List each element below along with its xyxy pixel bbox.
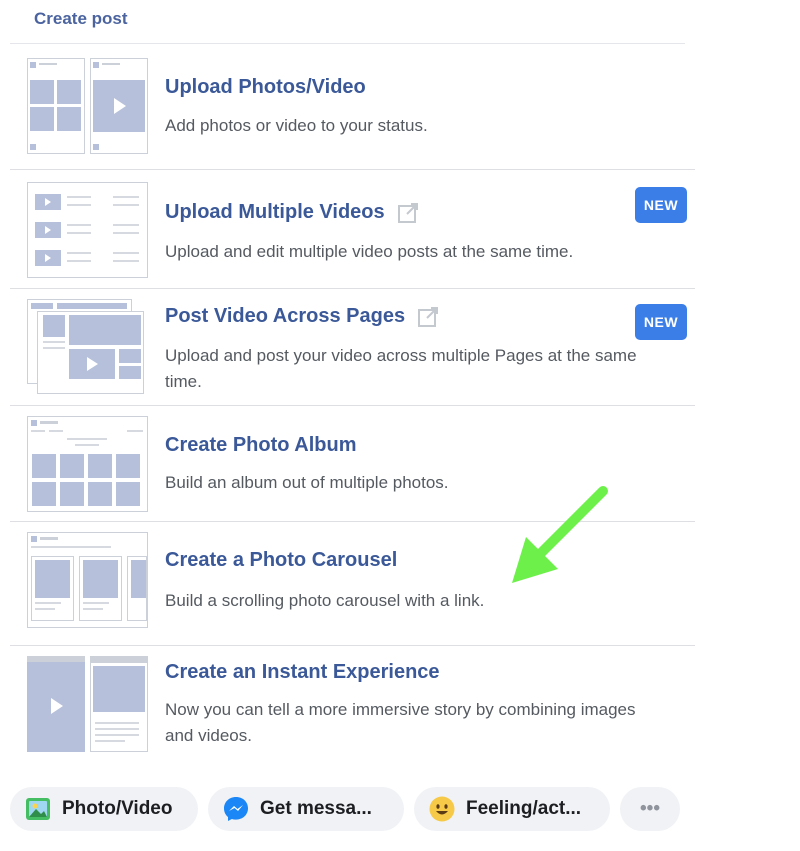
- header-divider: [10, 43, 685, 44]
- option-description: Add photos or video to your status.: [165, 116, 428, 135]
- option-title[interactable]: Create Photo Album: [165, 434, 357, 457]
- video-across-pages-thumbnail: [27, 299, 144, 394]
- new-badge: NEW: [635, 187, 687, 223]
- messenger-icon: [224, 797, 248, 821]
- option-upload-photos-video[interactable]: Upload Photos/Video Add photos or video …: [10, 50, 695, 170]
- photo-album-thumbnail: [27, 416, 148, 512]
- option-description: Now you can tell a more immersive story …: [165, 700, 636, 745]
- photo-carousel-thumbnail: [27, 532, 148, 628]
- option-title[interactable]: Upload Photos/Video: [165, 76, 366, 99]
- external-link-icon: [397, 202, 418, 223]
- option-post-video-across-pages[interactable]: Post Video Across Pages Upload and post …: [10, 289, 695, 406]
- feeling-activity-button[interactable]: Feeling/act...: [414, 787, 610, 831]
- new-badge: NEW: [635, 304, 687, 340]
- create-post-header: Create post: [34, 9, 128, 28]
- option-description: Upload and edit multiple video posts at …: [165, 242, 574, 261]
- more-icon: •••: [640, 798, 660, 819]
- external-link-icon: [418, 306, 439, 327]
- option-title[interactable]: Create an Instant Experience: [165, 661, 440, 684]
- more-options-button[interactable]: •••: [620, 787, 680, 831]
- composer-footer: Photo/Video Get messa... Feeling/act... …: [0, 775, 700, 851]
- option-create-instant-experience[interactable]: Create an Instant Experience Now you can…: [10, 646, 695, 771]
- option-description: Upload and post your video across multip…: [165, 346, 637, 391]
- option-title[interactable]: Upload Multiple Videos: [165, 201, 419, 224]
- instant-experience-thumbnail: [27, 656, 148, 752]
- multiple-videos-thumbnail: [27, 182, 148, 278]
- option-title[interactable]: Post Video Across Pages: [165, 305, 439, 328]
- photo-video-button[interactable]: Photo/Video: [10, 787, 198, 831]
- upload-photos-thumbnail: [27, 58, 148, 154]
- photo-icon: [26, 798, 50, 820]
- option-description: Build a scrolling photo carousel with a …: [165, 591, 485, 610]
- get-messages-button[interactable]: Get messa...: [208, 787, 404, 831]
- option-title[interactable]: Create a Photo Carousel: [165, 549, 397, 572]
- annotation-arrow-icon: [512, 486, 608, 583]
- option-upload-multiple-videos[interactable]: Upload Multiple Videos Upload and edit m…: [10, 170, 695, 289]
- smiley-icon: [429, 796, 455, 822]
